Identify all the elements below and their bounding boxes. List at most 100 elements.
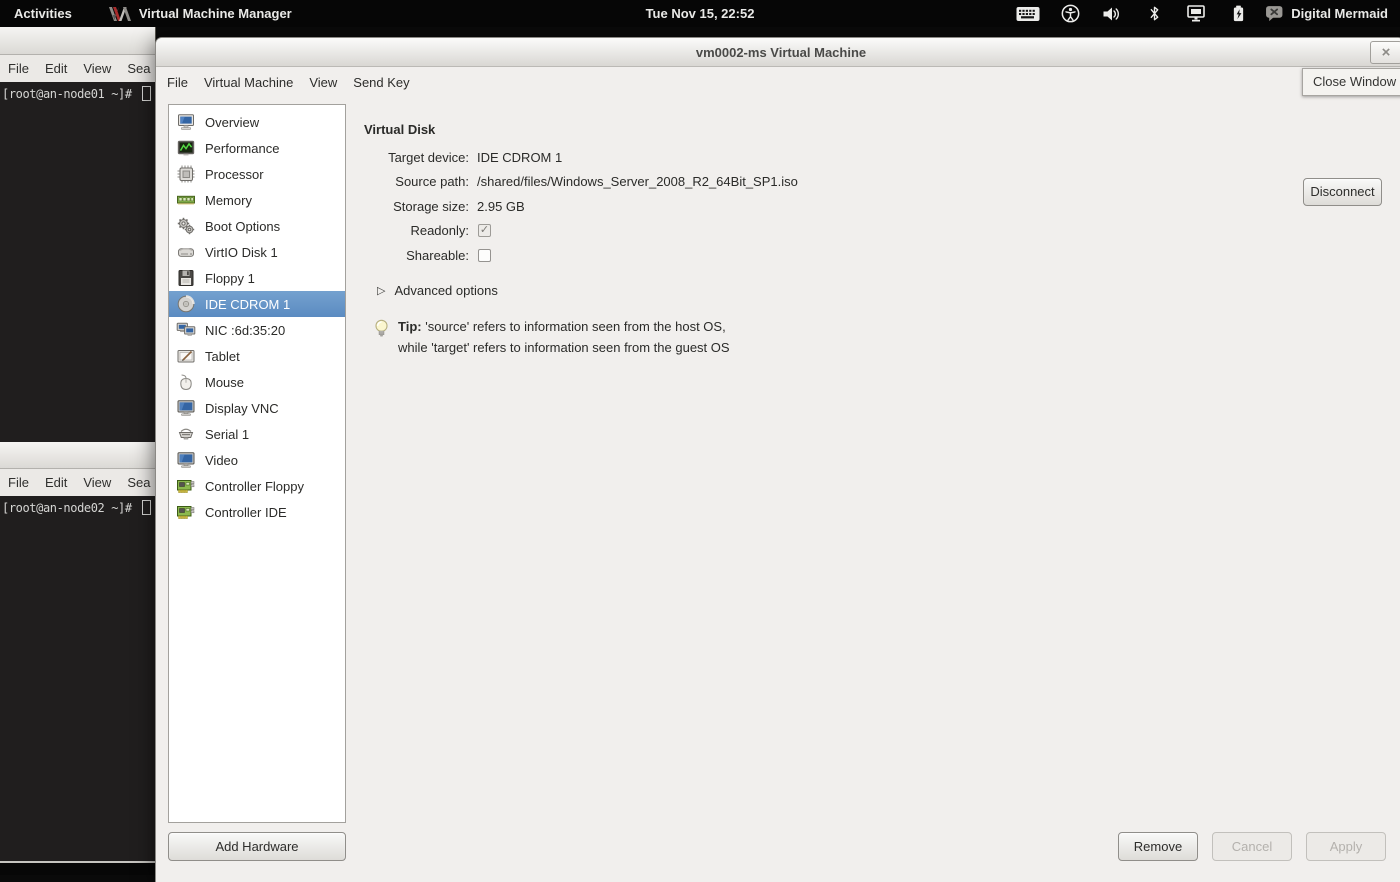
terminal-body: [root@an-node02 ~]# [0,496,155,861]
menu-sea[interactable]: Sea [119,61,156,76]
video-icon [176,450,196,470]
clock[interactable]: Tue Nov 15, 22:52 [646,6,755,21]
user-menu[interactable]: Digital Mermaid [1265,5,1388,22]
sidebar-item-label: Boot Options [205,219,280,234]
focused-app-menu[interactable]: Virtual Machine Manager [108,5,292,23]
shell-prompt: [root@an-node02 ~]# [2,501,139,515]
sidebar-item-label: Controller Floppy [205,479,304,494]
window-title: vm0002-ms Virtual Machine [696,38,866,67]
tip-line2: while 'target' refers to information see… [398,340,730,355]
sidebar-item-label: Processor [205,167,264,182]
menu-file[interactable]: File [0,475,37,490]
bluetooth-icon[interactable] [1142,4,1166,23]
sidebar-item-ide-cdrom-1[interactable]: IDE CDROM 1 [169,291,345,317]
keyboard-icon[interactable] [1016,4,1040,23]
sidebar-item-serial-1[interactable]: Serial 1 [169,421,345,447]
sidebar-item-label: Serial 1 [205,427,249,442]
menu-send-key[interactable]: Send Key [345,75,417,90]
add-hardware-button[interactable]: Add Hardware [168,832,346,861]
screen-share-icon[interactable] [1184,4,1208,23]
terminal-titlebar[interactable] [0,27,155,55]
menu-edit[interactable]: Edit [37,475,75,490]
sidebar-item-label: Mouse [205,375,244,390]
terminal-titlebar[interactable] [0,442,155,469]
sidebar-item-controller-ide[interactable]: Controller IDE [169,499,345,525]
terminal-body: [root@an-node01 ~]# [0,82,155,442]
vm-details-window: vm0002-ms Virtual Machine × FileVirtual … [155,37,1400,882]
window-titlebar[interactable]: vm0002-ms Virtual Machine × [156,38,1400,67]
overview-icon [176,112,196,132]
chat-bubble-icon [1265,5,1284,22]
sidebar-item-label: VirtIO Disk 1 [205,245,278,260]
performance-icon [176,138,196,158]
focused-app-title: Virtual Machine Manager [139,6,292,21]
cancel-button: Cancel [1212,832,1292,861]
sidebar-item-mouse[interactable]: Mouse [169,369,345,395]
checkbox[interactable] [478,249,491,262]
menu-edit[interactable]: Edit [37,61,75,76]
sidebar-item-video[interactable]: Video [169,447,345,473]
terminal-menubar: FileEditViewSea [0,55,155,82]
window-menubar: FileVirtual MachineViewSend Key [156,67,1400,98]
sidebar-item-floppy-1[interactable]: Floppy 1 [169,265,345,291]
terminal-window-node01: FileEditViewSea [root@an-node01 ~]# [0,27,156,442]
close-window-button[interactable]: × [1370,41,1400,64]
sidebar-item-nic-6d-35-20[interactable]: NIC :6d:35:20 [169,317,345,343]
sidebar-item-performance[interactable]: Performance [169,135,345,161]
volume-icon[interactable] [1100,4,1124,23]
sidebar-item-memory[interactable]: Memory [169,187,345,213]
sidebar-item-controller-floppy[interactable]: Controller Floppy [169,473,345,499]
page-title: Virtual Disk [364,122,435,137]
sidebar-item-tablet[interactable]: Tablet [169,343,345,369]
disconnect-button[interactable]: Disconnect [1303,178,1382,206]
terminal-cursor [142,86,151,101]
serial-icon [176,424,196,444]
field-label: Storage size: [364,199,469,214]
field-value: IDE CDROM 1 [477,150,562,165]
menu-file[interactable]: File [0,61,37,76]
gnome-top-bar: Activities Virtual Machine Manager Tue N… [0,0,1400,27]
status-area: Digital Mermaid [1007,0,1400,27]
advanced-options-expander[interactable]: ▷ Advanced options [377,283,498,298]
sidebar-item-processor[interactable]: Processor [169,161,345,187]
terminal-menubar: FileEditViewSea [0,469,155,496]
remove-button[interactable]: Remove [1118,832,1198,861]
sidebar-item-label: Controller IDE [205,505,287,520]
tip-note: Tip: 'source' refers to information seen… [373,316,730,358]
memory-icon [176,190,196,210]
sidebar-item-boot-options[interactable]: Boot Options [169,213,345,239]
activities-button[interactable]: Activities [0,6,86,21]
tip-line1: 'source' refers to information seen from… [425,319,726,334]
menu-virtual-machine[interactable]: Virtual Machine [196,75,301,90]
accessibility-icon[interactable] [1058,4,1082,23]
sidebar-item-label: NIC :6d:35:20 [205,323,285,338]
menu-view[interactable]: View [75,475,119,490]
sidebar-item-label: Overview [205,115,259,130]
controller-icon [176,502,196,522]
menu-view[interactable]: View [75,61,119,76]
menu-file[interactable]: File [159,75,196,90]
menu-sea[interactable]: Sea [119,475,156,490]
checkbox-row: Shareable: [364,243,798,268]
sidebar-item-label: Video [205,453,238,468]
sidebar-item-display-vnc[interactable]: Display VNC [169,395,345,421]
sidebar-item-label: Tablet [205,349,240,364]
menu-view[interactable]: View [301,75,345,90]
battery-icon[interactable] [1226,4,1250,23]
apply-button: Apply [1306,832,1386,861]
sidebar-item-virtio-disk-1[interactable]: VirtIO Disk 1 [169,239,345,265]
nic-icon [176,320,196,340]
sidebar-item-overview[interactable]: Overview [169,109,345,135]
vmm-logo-icon [108,5,134,23]
checkbox-label: Readonly: [364,223,469,238]
checkbox[interactable]: ✓ [478,224,491,237]
cdrom-icon [176,294,196,314]
checkbox-list: Readonly: ✓ Shareable: [364,219,798,268]
hardware-list: Overview Performance Processor Memory Bo… [168,104,346,823]
tip-bold: Tip: [398,319,422,334]
boot-options-icon [176,216,196,236]
terminal-cursor [142,500,151,515]
field-row: Target device: IDE CDROM 1 [364,145,798,170]
disk-icon [176,242,196,262]
field-label: Target device: [364,150,469,165]
